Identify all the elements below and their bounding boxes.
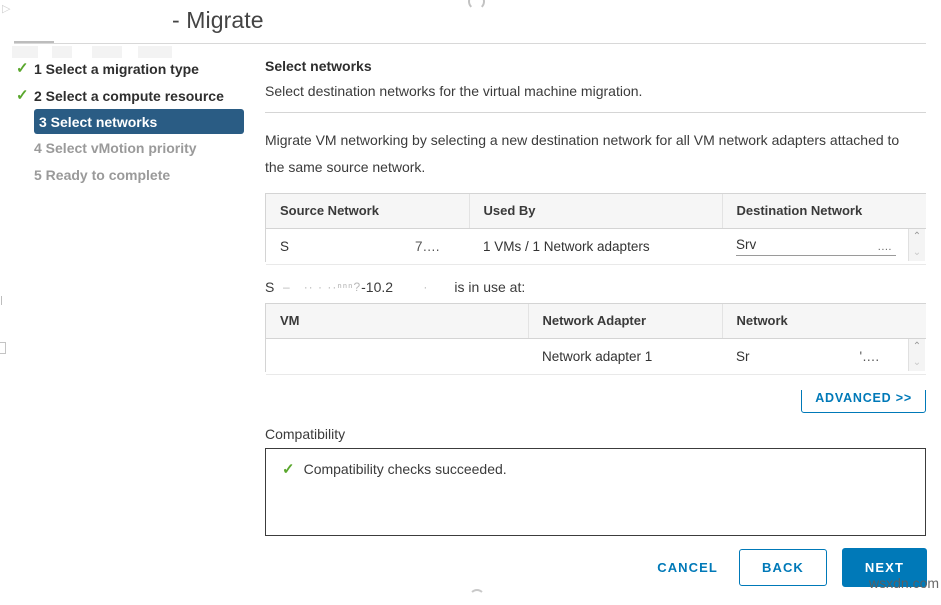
column-header-used-by: Used By: [469, 194, 722, 228]
network-in-use-label: S – ·· · ··ⁿⁿⁿ?-10.2 · is in use at:: [265, 279, 926, 295]
network-tail: '....: [860, 349, 880, 364]
title-divider: [14, 43, 926, 44]
sidebar-step-4-label: 4 Select vMotion priority: [34, 140, 197, 156]
cancel-button[interactable]: CANCEL: [651, 550, 724, 585]
destination-network-value: Srv: [736, 237, 756, 252]
sidebar-step-4[interactable]: 4 Select vMotion priority: [0, 134, 252, 161]
left-edge-artifact-upper: [1, 296, 2, 305]
network-prefix: Sr: [736, 349, 750, 364]
cell-network: Sr '....: [722, 338, 926, 374]
back-button[interactable]: BACK: [739, 549, 827, 586]
table-scrollbar[interactable]: ⌃ ⌄: [908, 229, 925, 261]
cell-vm: [266, 338, 528, 374]
table-row[interactable]: S 7.... 1 VMs / 1 Network adapters Srv ..…: [266, 228, 926, 264]
table-row[interactable]: Network adapter 1 Sr '....: [266, 338, 926, 374]
check-icon: ✓: [282, 461, 295, 480]
check-icon: ✓: [16, 61, 34, 76]
page-subtitle: Select destination networks for the virt…: [265, 83, 926, 99]
panel-divider: [265, 112, 926, 113]
wizard-title-bar: - Migrate: [0, 0, 941, 43]
compatibility-box: ✓ Compatibility checks succeeded.: [265, 448, 926, 536]
source-networks-table: Source Network Used By Destination Netwo…: [265, 193, 926, 262]
sidebar-step-5-label: 5 Ready to complete: [34, 167, 170, 183]
source-network-suffix: 7....: [415, 239, 440, 254]
sidebar-step-3-label: 3 Select networks: [39, 114, 157, 130]
table-filler-row: [266, 374, 926, 390]
main-panel: Select networks Select destination netwo…: [265, 58, 926, 536]
destination-network-dropdown[interactable]: Srv ....: [736, 237, 896, 256]
column-header-network: Network: [722, 304, 926, 338]
table-filler-row: [266, 264, 926, 280]
redaction-block: [289, 240, 415, 253]
scroll-down-icon[interactable]: ⌄: [913, 248, 921, 258]
cell-network-adapter: Network adapter 1: [528, 338, 722, 374]
sidebar-step-1[interactable]: ✓ 1 Select a migration type: [0, 55, 252, 82]
page-title: Select networks: [265, 58, 926, 74]
instruction-text: Migrate VM networking by selecting a new…: [265, 127, 915, 181]
column-header-source-network: Source Network: [266, 194, 469, 228]
table-scrollbar[interactable]: ⌃ ⌄: [908, 339, 925, 371]
wizard-steps-sidebar: ✓ 1 Select a migration type ✓ 2 Select a…: [0, 55, 252, 188]
sidebar-step-2-label: 2 Select a compute resource: [34, 88, 224, 104]
table-header-row: Source Network Used By Destination Netwo…: [266, 194, 926, 228]
site-watermark: wsxdn.com: [869, 575, 939, 591]
destination-network-tail: ....: [878, 241, 892, 253]
redaction-ghost-2: ·: [393, 280, 454, 294]
column-header-network-adapter: Network Adapter: [528, 304, 722, 338]
scroll-down-icon[interactable]: ⌄: [913, 358, 921, 368]
check-icon: ✓: [16, 88, 34, 103]
scroll-up-icon[interactable]: ⌃: [913, 232, 921, 242]
column-header-destination-network: Destination Network: [722, 194, 926, 228]
wizard-title: - Migrate: [168, 7, 264, 34]
in-use-prefix: S: [265, 279, 274, 295]
in-use-suffix: is in use at:: [454, 279, 525, 295]
scroll-up-icon[interactable]: ⌃: [913, 342, 921, 352]
redaction-ghost: – ·· · ··ⁿⁿⁿ?: [274, 280, 361, 294]
compatibility-message: Compatibility checks succeeded.: [304, 461, 507, 477]
compatibility-result: ✓ Compatibility checks succeeded.: [282, 461, 925, 480]
left-edge-artifact-lower: [0, 342, 6, 354]
cell-used-by: 1 VMs / 1 Network adapters: [469, 228, 722, 264]
sidebar-step-5[interactable]: 5 Ready to complete: [0, 161, 252, 188]
compatibility-label: Compatibility: [265, 426, 926, 442]
cell-source-network: S 7....: [266, 228, 469, 264]
redaction-block: [750, 350, 860, 363]
cell-destination-network: Srv ....: [722, 228, 926, 264]
redaction-block: [756, 238, 864, 251]
sidebar-step-2[interactable]: ✓ 2 Select a compute resource: [0, 82, 252, 109]
vm-usage-table: VM Network Adapter Network Network adapt…: [265, 303, 926, 372]
sidebar-step-3[interactable]: 3 Select networks: [34, 109, 244, 134]
in-use-middle: -10.2: [361, 279, 393, 295]
column-header-vm: VM: [266, 304, 528, 338]
source-network-prefix: S: [280, 239, 289, 254]
sidebar-step-1-label: 1 Select a migration type: [34, 61, 199, 77]
wizard-footer: CANCEL BACK NEXT: [0, 548, 941, 598]
wizard-title-text: - Migrate: [172, 7, 264, 33]
table-header-row: VM Network Adapter Network: [266, 304, 926, 338]
